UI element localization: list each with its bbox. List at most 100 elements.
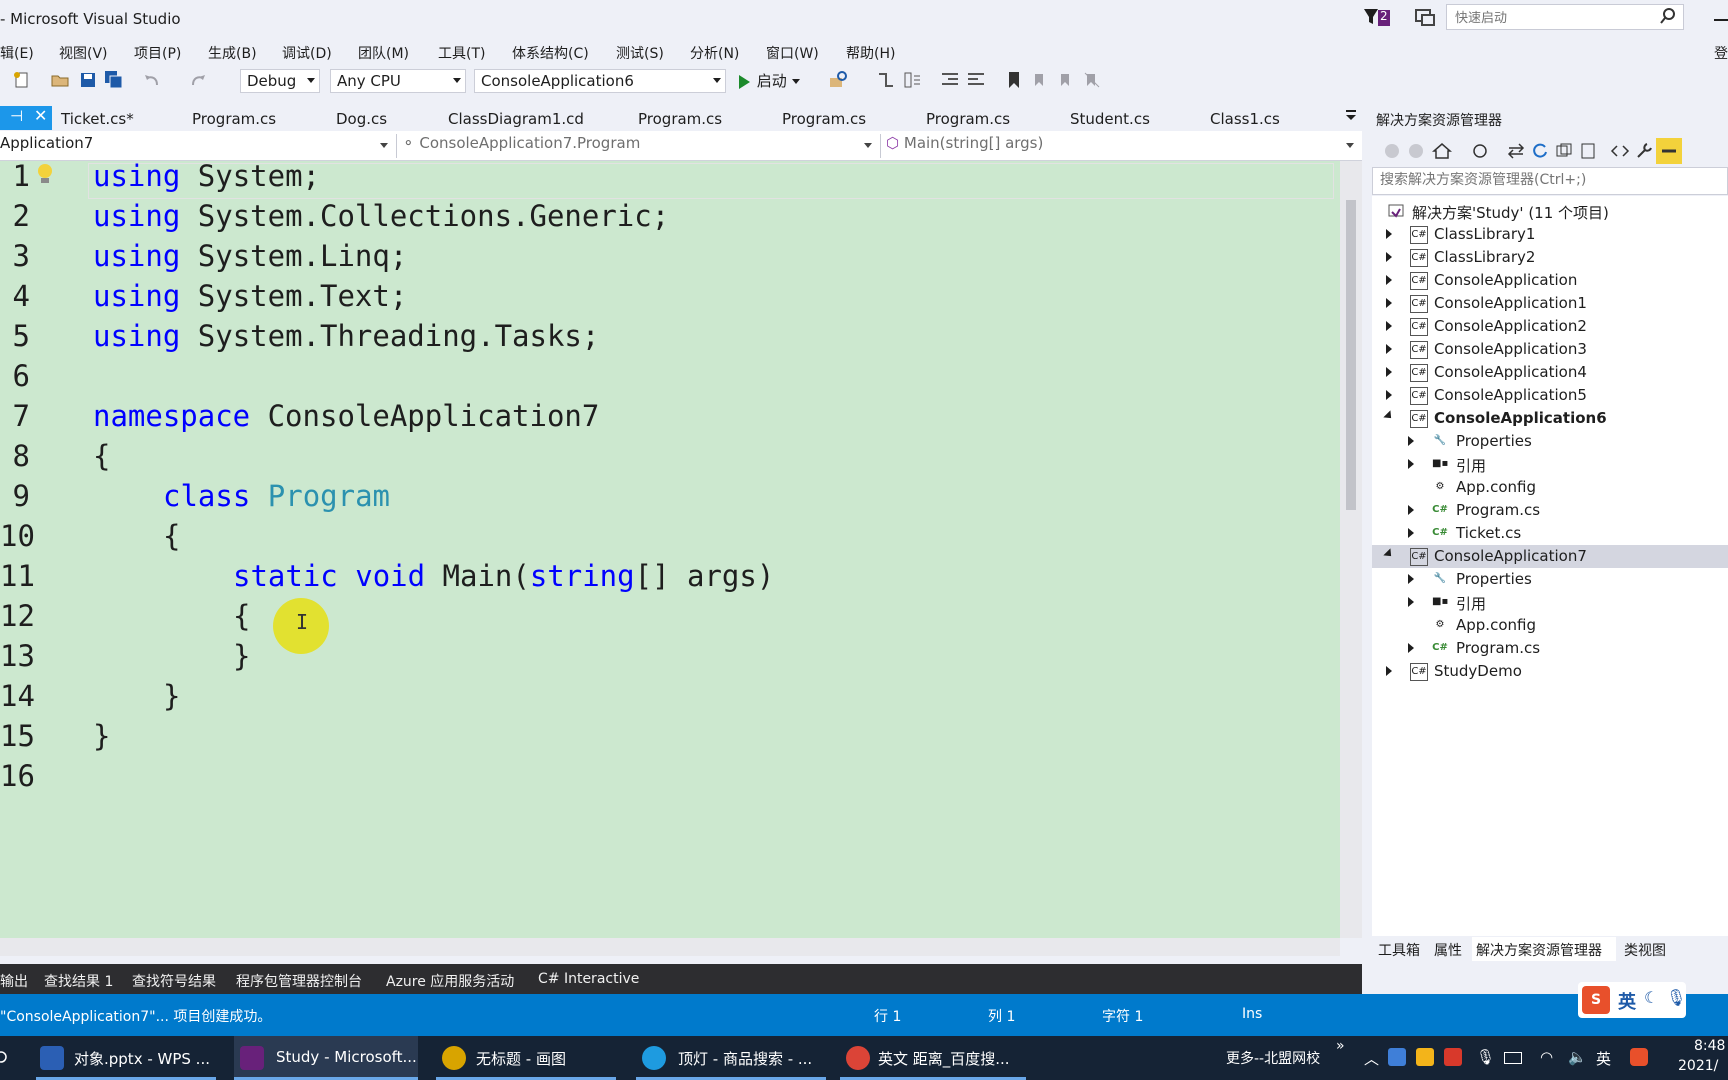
- taskbar-app-wps[interactable]: 对象.pptx - WPS ...: [36, 1036, 216, 1080]
- wifi-icon[interactable]: ◠: [1540, 1048, 1553, 1066]
- expand-arrow-icon[interactable]: [1408, 436, 1414, 446]
- undo-icon[interactable]: [142, 70, 162, 90]
- tray-app-icon[interactable]: [1388, 1048, 1406, 1066]
- tree-item-references[interactable]: ■▪ 引用: [1372, 453, 1728, 476]
- step-over-icon[interactable]: [902, 70, 922, 90]
- feedback-icon[interactable]: [1414, 6, 1436, 28]
- quick-launch-box[interactable]: [1446, 4, 1684, 30]
- tree-item-project[interactable]: C# ConsoleApplication3: [1372, 338, 1728, 361]
- close-icon[interactable]: ✕: [34, 106, 47, 125]
- tree-item-project[interactable]: C# ConsoleApplication1: [1372, 292, 1728, 315]
- microphone-icon[interactable]: 🎙: [1476, 1048, 1495, 1066]
- sync-icon[interactable]: [1506, 141, 1526, 161]
- code-editor[interactable]: [0, 161, 1340, 938]
- tab-program-cs[interactable]: Program.cs: [926, 110, 1010, 128]
- forward-icon[interactable]: [1406, 141, 1426, 161]
- tab-program-cs[interactable]: Program.cs: [192, 110, 276, 128]
- tree-item-project[interactable]: C# ConsoleApplication4: [1372, 361, 1728, 384]
- minimize-button[interactable]: [1710, 6, 1728, 26]
- microphone-icon[interactable]: 🎙: [1666, 988, 1686, 1007]
- tree-item-properties[interactable]: 🔧 Properties: [1372, 430, 1728, 453]
- battery-icon[interactable]: [1504, 1052, 1522, 1064]
- menu-analyze[interactable]: 分析(N): [690, 43, 739, 63]
- clock-time[interactable]: 8:48: [1694, 1038, 1725, 1054]
- back-icon[interactable]: [1382, 141, 1402, 161]
- expand-arrow-icon[interactable]: [1408, 505, 1414, 515]
- menu-window[interactable]: 窗口(W): [766, 43, 819, 63]
- tree-item-project[interactable]: C# ClassLibrary1: [1372, 223, 1728, 246]
- tree-item-file[interactable]: C# Ticket.cs: [1372, 522, 1728, 545]
- tree-item-project-selected[interactable]: C# ConsoleApplication7: [1372, 545, 1728, 568]
- tree-item-startup-project[interactable]: C# ConsoleApplication6: [1372, 407, 1728, 430]
- menu-edit[interactable]: 辑(E): [0, 43, 34, 63]
- ime-mode-label[interactable]: 英: [1618, 988, 1636, 1014]
- prev-bookmark-icon[interactable]: [1030, 70, 1050, 90]
- tab-overflow-icon[interactable]: [1344, 108, 1358, 126]
- tab-dog-cs[interactable]: Dog.cs: [336, 110, 387, 128]
- taskbar-app-edge[interactable]: 顶灯 - 商品搜索 - ...: [636, 1036, 826, 1080]
- ime-toolbar[interactable]: S 英 ☾ 🎙: [1578, 982, 1686, 1018]
- taskbar-app-chrome[interactable]: 英文 距离_百度搜...: [840, 1036, 1026, 1080]
- tab-ticket-cs[interactable]: Ticket.cs*: [61, 110, 134, 128]
- collapse-all-icon[interactable]: [1554, 141, 1574, 161]
- member-dropdown[interactable]: ⬡ Main(string[] args): [886, 134, 1358, 158]
- taskbar-app-visual-studio[interactable]: Study - Microsoft...: [234, 1036, 418, 1080]
- start-debugging-button[interactable]: 启动: [736, 70, 800, 92]
- notification-filter-icon[interactable]: 2: [1362, 6, 1390, 28]
- menu-debug[interactable]: 调试(D): [282, 43, 332, 63]
- view-code-icon[interactable]: [1610, 141, 1630, 161]
- tab-azure-activity[interactable]: Azure 应用服务活动: [386, 971, 514, 991]
- tree-item-file[interactable]: ⚙ App.config: [1372, 614, 1728, 637]
- tab-csharp-interactive[interactable]: C# Interactive: [538, 971, 639, 987]
- preview-toggle-icon[interactable]: [1656, 138, 1682, 164]
- show-all-files-icon[interactable]: [1578, 141, 1598, 161]
- menu-architecture[interactable]: 体系结构(C): [512, 43, 589, 63]
- sogou-tray-icon[interactable]: [1630, 1048, 1648, 1066]
- open-file-icon[interactable]: [50, 70, 70, 90]
- tray-overflow-icon[interactable]: ︿: [1364, 1048, 1379, 1069]
- properties-wrench-icon[interactable]: [1634, 141, 1654, 161]
- type-dropdown[interactable]: ⚬ ConsoleApplication7.Program: [402, 134, 876, 158]
- project-dropdown[interactable]: Application7: [0, 134, 392, 158]
- expand-arrow-icon[interactable]: [1386, 275, 1392, 285]
- expand-arrow-icon[interactable]: [1386, 390, 1392, 400]
- toolbar-label[interactable]: 更多--北盟网校: [1226, 1048, 1320, 1068]
- volume-icon[interactable]: 🔈: [1568, 1048, 1587, 1066]
- chevron-down-icon[interactable]: [791, 79, 800, 84]
- tab-properties[interactable]: 属性: [1434, 940, 1462, 960]
- tree-item-solution[interactable]: 解决方案'Study' (11 个项目): [1372, 200, 1728, 223]
- clear-bookmarks-icon[interactable]: [1082, 70, 1102, 90]
- editor-horizontal-scrollbar[interactable]: [0, 938, 1340, 956]
- tab-class1-cs[interactable]: Class1.cs: [1210, 110, 1280, 128]
- menu-tools[interactable]: 工具(T): [438, 43, 485, 63]
- tab-student-cs[interactable]: Student.cs: [1070, 110, 1150, 128]
- active-tab-header[interactable]: ⊣ ✕: [0, 106, 52, 130]
- collapse-arrow-icon[interactable]: [1383, 410, 1395, 422]
- tray-app-icon[interactable]: [1416, 1048, 1434, 1066]
- tree-item-file[interactable]: C# Program.cs: [1372, 637, 1728, 660]
- menu-test[interactable]: 测试(S): [616, 43, 664, 63]
- sign-in-link[interactable]: 登: [1714, 43, 1728, 63]
- solution-search-input[interactable]: [1378, 171, 1722, 189]
- double-chevron-icon[interactable]: »: [1336, 1038, 1345, 1054]
- startup-project-dropdown[interactable]: ConsoleApplication6: [474, 69, 726, 93]
- save-icon[interactable]: [78, 70, 98, 90]
- tab-class-view[interactable]: 类视图: [1624, 940, 1666, 960]
- expand-arrow-icon[interactable]: [1386, 252, 1392, 262]
- expand-arrow-icon[interactable]: [1408, 643, 1414, 653]
- tree-item-file[interactable]: ⚙ App.config: [1372, 476, 1728, 499]
- tab-classdiagram[interactable]: ClassDiagram1.cd: [448, 110, 584, 128]
- expand-arrow-icon[interactable]: [1408, 574, 1414, 584]
- platform-dropdown[interactable]: Any CPU: [330, 69, 466, 93]
- expand-arrow-icon[interactable]: [1386, 367, 1392, 377]
- tab-package-manager[interactable]: 程序包管理器控制台: [236, 971, 362, 991]
- bookmark-icon[interactable]: [1004, 70, 1024, 90]
- expand-arrow-icon[interactable]: [1386, 298, 1392, 308]
- clock-date[interactable]: 2021/: [1678, 1058, 1718, 1074]
- solution-explorer-search[interactable]: [1372, 167, 1728, 195]
- tree-item-references[interactable]: ■▪ 引用: [1372, 591, 1728, 614]
- tab-solution-explorer[interactable]: 解决方案资源管理器: [1476, 940, 1602, 960]
- tree-item-project[interactable]: C# ConsoleApplication2: [1372, 315, 1728, 338]
- search-icon[interactable]: [0, 1048, 18, 1066]
- step-into-icon[interactable]: [876, 70, 896, 90]
